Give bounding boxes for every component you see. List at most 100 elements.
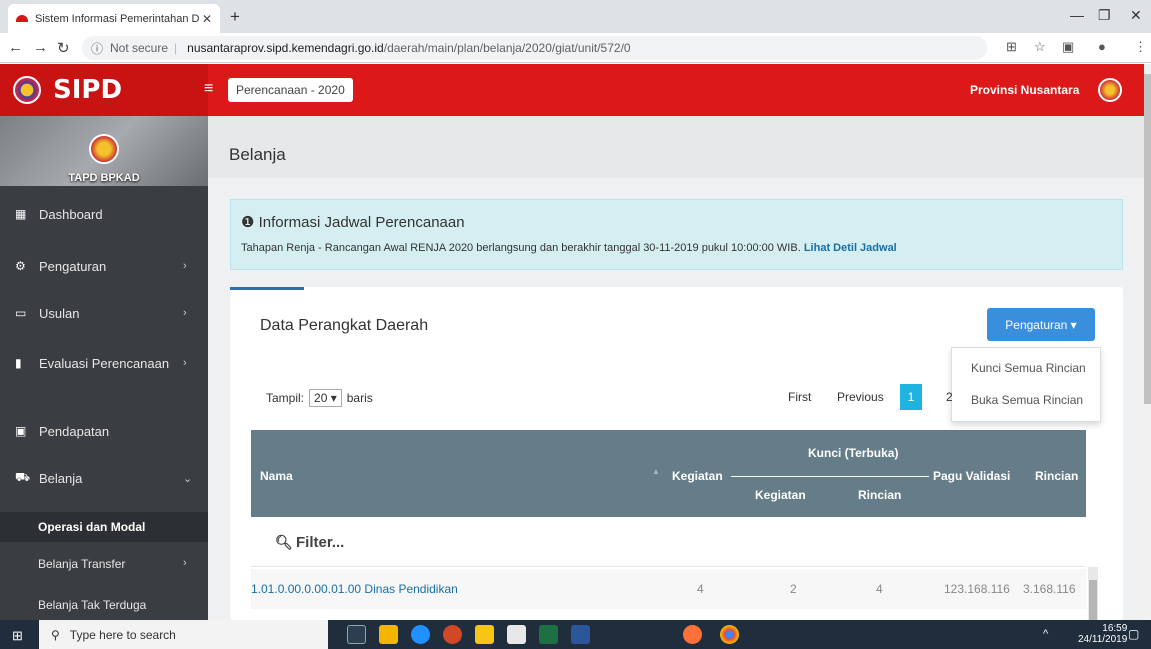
security-label: Not secure — [110, 41, 169, 55]
pager-previous[interactable]: Previous — [837, 390, 884, 404]
browser-tab[interactable]: Sistem Informasi Pemerintahan D ✕ — [8, 4, 220, 33]
back-icon[interactable]: ← — [8, 39, 23, 56]
url-domain: nusantaraprov.sipd.kemendagri.go.id — [187, 41, 384, 55]
forward-icon[interactable]: → — [33, 39, 48, 56]
window-close-icon[interactable]: ✕ — [1130, 7, 1142, 24]
bookmark-icon: ▮ — [15, 356, 22, 370]
sidebar-item-label: Pengaturan — [39, 258, 107, 274]
page-title-bar: Belanja — [208, 116, 1144, 178]
sidebar-subitem-operasi[interactable]: Operasi dan Modal — [0, 512, 208, 542]
sidebar-item-label: Belanja — [39, 470, 83, 486]
province-label[interactable]: Provinsi Nusantara — [970, 83, 1079, 97]
pager-first[interactable]: First — [788, 390, 811, 404]
filter-input[interactable]: Filter... — [296, 534, 344, 551]
sidebar-item-dashboard[interactable]: ▦ Dashboard — [0, 204, 208, 224]
row-kunci-rincian: 4 — [876, 582, 883, 596]
info-icon[interactable]: ⓘ — [91, 40, 103, 57]
header-divider — [731, 476, 929, 477]
excel-icon[interactable] — [539, 625, 558, 644]
chevron-down-icon: ⌄ — [183, 472, 193, 485]
profile-icon[interactable]: ● — [1098, 39, 1106, 54]
page-size-control: Tampil: 20 ▾ baris — [266, 389, 373, 407]
col-kunci-kegiatan[interactable]: Kegiatan — [755, 488, 806, 502]
gear-icon: ⚙ — [15, 259, 26, 273]
pager-page-2[interactable]: 2 — [946, 390, 953, 404]
dropdown-item-buka[interactable]: Buka Semua Rincian — [971, 393, 1083, 407]
sidebar-item-belanja[interactable]: ⛟ Belanja ⌄ — [0, 468, 208, 488]
schedule-alert: ❶ Informasi Jadwal Perencanaan Tahapan R… — [230, 199, 1123, 270]
chevron-right-icon: › — [183, 557, 187, 569]
sidebar-item-usulan[interactable]: ▭ Usulan › — [0, 303, 208, 323]
clock-date: 24/11/2019 — [1078, 634, 1128, 645]
sidebar-subitem-label: Belanja Transfer — [38, 557, 126, 571]
powerpoint-icon[interactable] — [443, 625, 462, 644]
extension-icon[interactable]: ▣ — [1062, 39, 1074, 55]
pager-page-1[interactable]: 1 — [900, 384, 922, 410]
sidebar-item-pengaturan[interactable]: ⚙ Pengaturan › — [0, 256, 208, 276]
hamburger-icon[interactable]: ≡ — [204, 80, 213, 98]
windows-start-icon[interactable]: ⊞ — [12, 628, 23, 644]
windows-taskbar: ⊞ ⚲ Type here to search ^ 16:59 24/11/20… — [0, 620, 1151, 649]
mail-icon[interactable] — [507, 625, 526, 644]
table-scrollbar[interactable] — [1088, 567, 1098, 620]
firefox-icon[interactable] — [683, 625, 702, 644]
pengaturan-button[interactable]: Pengaturan ▾ — [987, 308, 1095, 341]
col-kegiatan[interactable]: Kegiatan — [672, 469, 723, 483]
minimize-icon[interactable]: — — [1070, 7, 1084, 23]
row-nama-link[interactable]: 1.01.0.00.0.00.01.00 Dinas Pendidikan — [251, 582, 458, 596]
search-icon: ⚲ — [51, 627, 60, 642]
row-pagu: 123.168.116 — [944, 582, 1010, 596]
menu-dots-icon[interactable]: ⋮ — [1134, 39, 1147, 55]
filter-row[interactable]: 🔍︎ Filter... — [251, 517, 1086, 567]
star-icon[interactable]: ☆ — [1034, 39, 1046, 55]
restore-icon[interactable]: ❐ — [1098, 7, 1111, 24]
avatar[interactable] — [1098, 78, 1122, 102]
sidebar-subitem-transfer[interactable]: Belanja Transfer — [0, 557, 208, 577]
page-size-select[interactable]: 20 ▾ — [309, 389, 342, 407]
alert-text: Tahapan Renja - Rancangan Awal RENJA 202… — [241, 242, 897, 254]
row-rincian: 3.168.116 — [1023, 582, 1076, 596]
task-view-icon[interactable] — [347, 625, 366, 644]
table-header: Nama ▲ Kegiatan Kunci (Terbuka) Kegiatan… — [251, 430, 1086, 517]
sidebar-subitem-tak-terduga[interactable]: Belanja Tak Terduga — [0, 598, 208, 618]
store-icon[interactable] — [475, 625, 494, 644]
alert-title: ❶ Informasi Jadwal Perencanaan — [241, 213, 465, 231]
word-icon[interactable] — [571, 625, 590, 644]
emblem-icon — [13, 76, 41, 104]
sidebar: TAPD BPKAD ▦ Dashboard ⚙ Pengaturan › ▭ … — [0, 116, 208, 620]
file-explorer-icon[interactable] — [379, 625, 398, 644]
col-pagu[interactable]: Pagu Validasi — [933, 469, 1010, 483]
app-name: SIPD — [53, 75, 123, 105]
schedule-detail-link[interactable]: Lihat Detil Jadwal — [804, 242, 897, 254]
col-rincian[interactable]: Rincian — [1035, 469, 1078, 483]
chevron-right-icon: › — [183, 307, 187, 319]
panel-accent — [230, 287, 304, 290]
baris-label: baris — [346, 391, 373, 405]
translate-icon[interactable]: ⊞ — [1006, 39, 1017, 55]
chrome-icon[interactable] — [720, 625, 739, 644]
url-field[interactable]: ⓘ Not secure | nusantaraprov.sipd.kemend… — [82, 36, 987, 60]
col-kunci-rincian[interactable]: Rincian — [858, 488, 901, 502]
page-scrollbar[interactable] — [1144, 64, 1151, 620]
col-nama[interactable]: Nama — [260, 469, 293, 483]
dropdown-item-kunci[interactable]: Kunci Semua Rincian — [971, 361, 1086, 375]
edge-icon[interactable] — [411, 625, 430, 644]
taskbar-search-placeholder: Type here to search — [69, 627, 176, 642]
taskbar-search[interactable]: ⚲ Type here to search — [39, 620, 328, 649]
logo[interactable]: SIPD — [0, 64, 208, 116]
chat-icon: ▭ — [15, 306, 27, 320]
alert-title-text: Informasi Jadwal Perencanaan — [258, 214, 465, 231]
chevron-right-icon: › — [183, 260, 187, 272]
notification-icon[interactable]: ▢ — [1128, 627, 1139, 641]
tray-chevron-icon[interactable]: ^ — [1043, 628, 1048, 640]
reload-icon[interactable]: ↻ — [57, 39, 70, 57]
row-kunci-kegiatan: 2 — [790, 582, 797, 596]
period-dropdown[interactable]: Perencanaan - 2020 — [228, 78, 353, 102]
sidebar-item-evaluasi[interactable]: ▮ Evaluasi Perencanaan › — [0, 353, 208, 373]
new-tab-button[interactable]: + — [230, 7, 240, 27]
sidebar-item-pendapatan[interactable]: ▣ Pendapatan — [0, 421, 208, 441]
sort-icon[interactable]: ▲ — [652, 467, 660, 476]
tab-close-icon[interactable]: ✕ — [202, 12, 212, 26]
dashboard-icon: ▦ — [15, 207, 27, 221]
taskbar-clock[interactable]: 16:59 24/11/2019 — [1078, 623, 1127, 645]
